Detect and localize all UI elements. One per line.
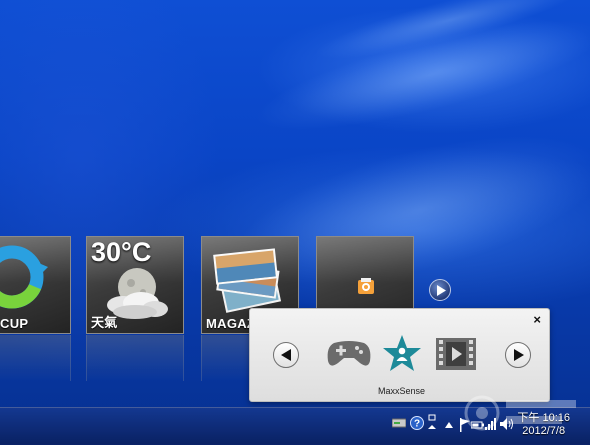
tile-reflection <box>0 335 71 381</box>
network-icon[interactable] <box>428 414 436 432</box>
tile-label-cup: CUP <box>0 316 29 331</box>
camera-app-icon <box>358 278 374 294</box>
gadget-next-button[interactable] <box>429 279 451 301</box>
weather-temperature: 30°C <box>91 237 152 267</box>
sync-arrows-icon <box>0 245 48 309</box>
gamepad-icon[interactable] <box>326 339 372 369</box>
arrow-right-icon <box>514 349 524 361</box>
panel-prev-button[interactable] <box>273 342 299 368</box>
star-user-icon[interactable] <box>382 334 422 372</box>
gadget-tile-weather[interactable]: 30°C 天氣 <box>86 236 184 334</box>
close-button[interactable]: × <box>533 312 541 327</box>
svg-text:?: ? <box>414 419 420 430</box>
panel-next-button[interactable] <box>505 342 531 368</box>
tile-reflection <box>86 335 184 381</box>
show-hidden-icons-icon[interactable] <box>445 422 453 428</box>
film-strip-icon[interactable] <box>436 338 476 370</box>
tile-label-weather: 天氣 <box>91 315 118 330</box>
panel-title: MaxxSense <box>378 386 426 396</box>
removable-drive-icon[interactable] <box>392 418 406 428</box>
magazine-stack-icon <box>213 248 282 313</box>
watermark-logo <box>464 395 576 431</box>
play-right-icon <box>437 285 446 296</box>
help-icon[interactable]: ? <box>410 416 424 430</box>
gadget-tile-cup[interactable]: CUP <box>0 236 71 334</box>
tile-label-magazine: MAGAZ <box>206 316 256 331</box>
arrow-left-icon <box>281 349 291 361</box>
